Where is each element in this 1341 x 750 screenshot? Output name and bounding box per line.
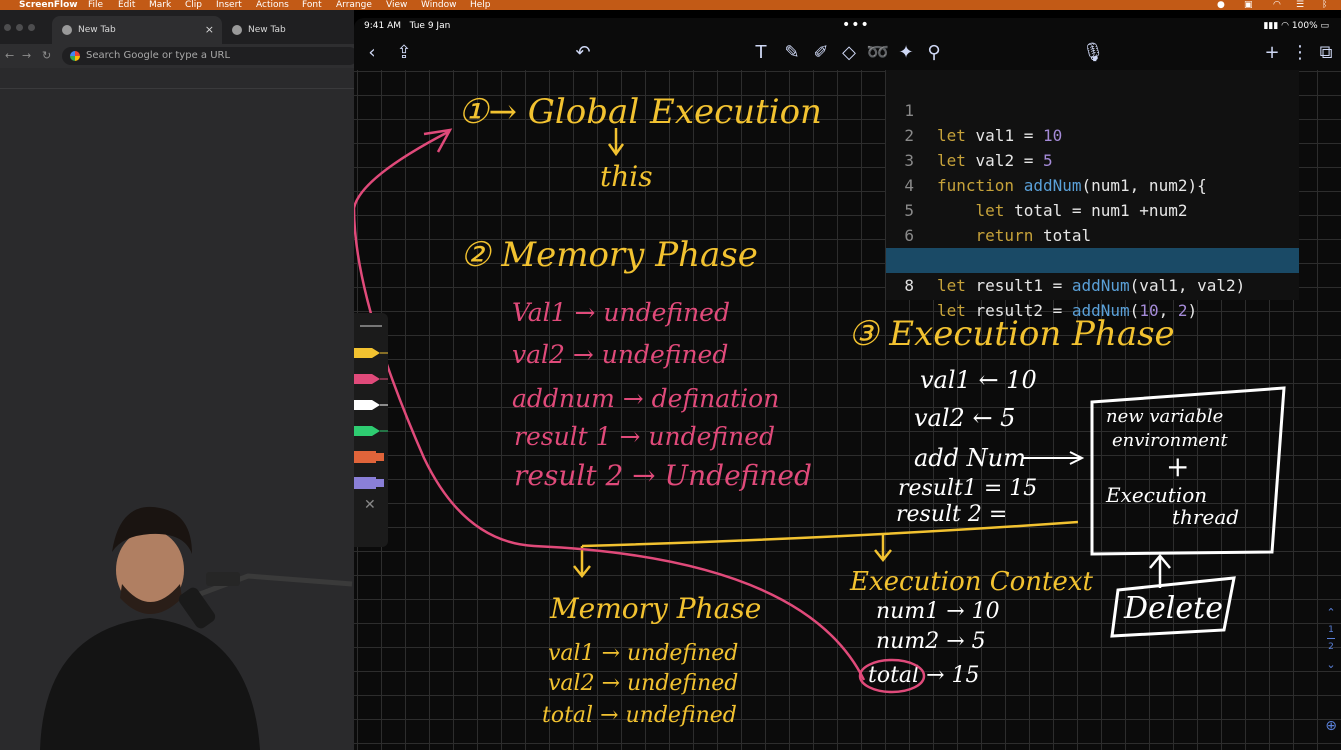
zoom-icon[interactable]: ⊕ (1325, 718, 1337, 734)
box-text: thread (1172, 505, 1239, 529)
mem-item: Val1 → undefined (512, 298, 730, 327)
ctx-item: num2 → 5 (876, 629, 986, 654)
menu-file[interactable]: File (88, 0, 103, 10)
menu-edit[interactable]: Edit (118, 0, 135, 10)
menu-app-screenflow[interactable]: ScreenFlow (19, 0, 78, 10)
forward-arrow-icon[interactable]: → (22, 44, 31, 68)
handwriting-layer: ①→ Global Execution this ② Memory Phase … (354, 92, 1286, 728)
tray-icon[interactable]: ● (1217, 0, 1225, 10)
back-arrow-icon[interactable]: ← (5, 44, 14, 68)
page-number[interactable]: 1 (1321, 625, 1341, 635)
menu-mark[interactable]: Mark (149, 0, 171, 10)
mem-item: result 2 → Undefined (514, 459, 812, 492)
ctx-heading: Execution Context (849, 567, 1094, 597)
menu-font[interactable]: Font (302, 0, 322, 10)
divider (0, 88, 354, 89)
tab-close-icon[interactable]: × (205, 16, 214, 44)
box-text: new variable (1106, 406, 1223, 427)
mem2-item: val1 → undefined (548, 641, 738, 666)
this-label: this (600, 160, 653, 193)
menu-view[interactable]: View (386, 0, 407, 10)
mac-menubar: ScreenFlow File Edit Mark Clip Insert Ac… (0, 0, 1341, 10)
presenter-webcam (0, 480, 354, 750)
mem-item: val2 → undefined (512, 340, 728, 369)
mem-item: result 1 → undefined (514, 422, 775, 451)
box-text: + (1166, 450, 1189, 483)
omnibox-placeholder: Search Google or type a URL (86, 50, 231, 61)
delete-label: Delete (1123, 591, 1223, 626)
omnibox[interactable]: Search Google or type a URL (62, 47, 358, 65)
wifi-icon[interactable]: ◠ (1273, 0, 1281, 10)
traffic-light-close[interactable] (4, 24, 11, 31)
pen-yellow[interactable] (354, 345, 388, 359)
menu-arrange[interactable]: Arrange (336, 0, 372, 10)
control-center-icon[interactable]: ☰ (1296, 0, 1304, 10)
menu-help[interactable]: Help (470, 0, 491, 10)
chevron-up-icon[interactable]: ⌃ (1321, 606, 1341, 619)
highlighter-orange[interactable] (354, 449, 388, 463)
pen-pink[interactable] (354, 371, 388, 385)
menu-clip[interactable]: Clip (185, 0, 202, 10)
menu-actions[interactable]: Actions (256, 0, 289, 10)
reload-icon[interactable]: ↻ (42, 44, 51, 68)
exec-item: result 2 = (896, 502, 1007, 527)
step1-heading: ①→ Global Execution (458, 92, 822, 132)
traffic-light-minimize[interactable] (16, 24, 23, 31)
page-index: ⌃ 1 2 ⌄ (1321, 606, 1341, 696)
highlighter-purple[interactable] (354, 475, 388, 489)
pen-green[interactable] (354, 423, 388, 437)
mem2-item: val2 → undefined (548, 671, 738, 696)
chrome-tab-1[interactable]: New Tab × (52, 16, 222, 44)
step3-heading: ③ Execution Phase (848, 314, 1175, 354)
menu-insert[interactable]: Insert (216, 0, 242, 10)
exec-item: result1 = 15 (898, 476, 1037, 501)
bluetooth-icon[interactable]: ᛒ (1322, 0, 1327, 10)
pen-palette: ✕ (354, 313, 388, 547)
exec-item: val1 ← 10 (920, 366, 1037, 394)
box-text: Execution (1105, 483, 1207, 507)
divider (1327, 638, 1335, 639)
screen-record-icon[interactable]: ▣ (1244, 0, 1253, 10)
mem2-heading: Memory Phase (549, 592, 761, 625)
menu-window[interactable]: Window (421, 0, 457, 10)
palette-handle[interactable] (360, 325, 382, 327)
exec-item: val2 ← 5 (914, 404, 1015, 432)
box-text: environment (1112, 430, 1229, 451)
chrome-tab-2[interactable]: New Tab (222, 16, 352, 44)
ipad-notes-app: 9:41 AM Tue 9 Jan ••• ▮▮▮ ◠ 100% ▭ ‹ ⇪ ↶… (354, 18, 1341, 750)
chrome-favicon-icon (62, 24, 72, 35)
mem2-item: total → undefined (542, 703, 737, 728)
google-logo-icon (70, 51, 80, 61)
exec-item: add Num (914, 444, 1026, 472)
chevron-down-icon[interactable]: ⌄ (1321, 658, 1341, 671)
pen-white[interactable] (354, 397, 388, 411)
step2-heading: ② Memory Phase (460, 235, 758, 275)
ctx-item: num1 → 10 (876, 599, 1000, 624)
chrome-favicon-icon (232, 24, 242, 35)
page-number[interactable]: 2 (1321, 642, 1341, 652)
tab-label: New Tab (78, 25, 116, 35)
close-icon[interactable]: ✕ (364, 497, 376, 513)
traffic-light-zoom[interactable] (28, 24, 35, 31)
tab-label: New Tab (248, 25, 286, 35)
mem-item: addnum → defination (512, 384, 779, 413)
